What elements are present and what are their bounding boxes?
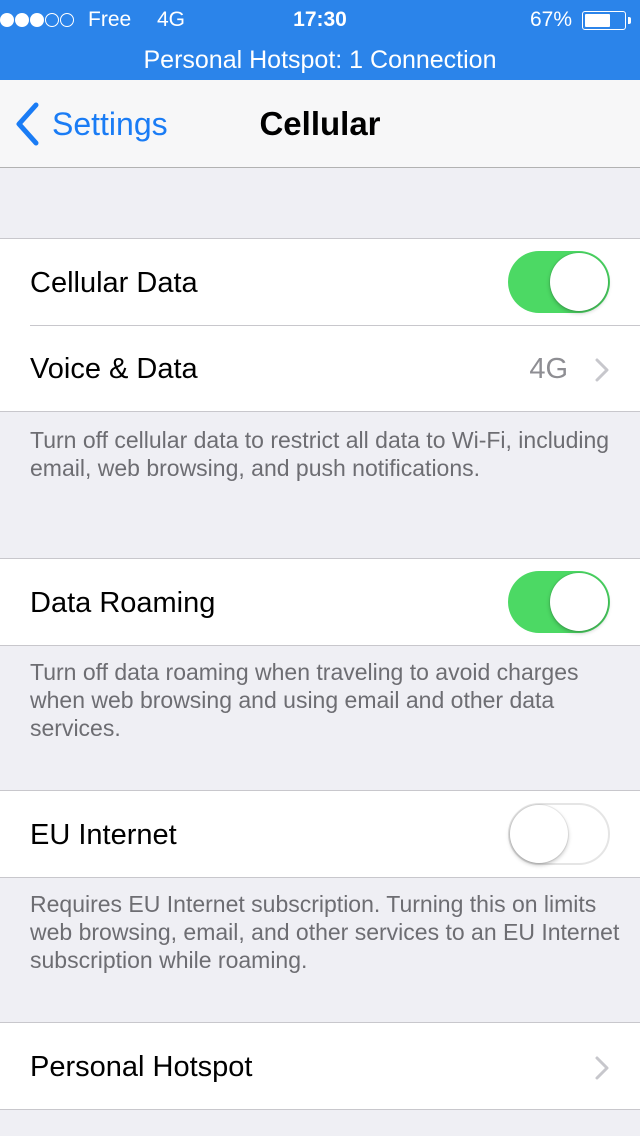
hotspot-banner[interactable]: Personal Hotspot: 1 Connection <box>0 40 640 80</box>
roaming-footer: Turn off data roaming when traveling to … <box>30 659 579 741</box>
status-bar: Free 4G 17:30 67% Personal Hotspot: 1 Co… <box>0 0 640 80</box>
eu-internet-footer: Requires EU Internet subscription. Turni… <box>30 891 620 973</box>
personal-hotspot-row[interactable]: Personal Hotspot <box>0 1023 640 1109</box>
data-roaming-toggle[interactable] <box>508 571 610 633</box>
battery-icon <box>582 11 631 30</box>
eu-internet-group: EU Internet <box>0 790 640 878</box>
toggle-knob <box>550 253 608 311</box>
cellular-footer: Turn off cellular data to restrict all d… <box>30 427 610 481</box>
status-bar-top: Free 4G 17:30 67% <box>0 0 640 40</box>
voice-data-label: Voice & Data <box>30 353 198 385</box>
hotspot-group: Personal Hotspot <box>0 1022 640 1110</box>
cellular-data-label: Cellular Data <box>30 267 198 299</box>
battery-percent: 67% <box>529 8 572 31</box>
voice-data-value: 4G <box>529 353 568 385</box>
chevron-right-icon <box>594 1055 610 1081</box>
eu-internet-label: EU Internet <box>30 819 177 851</box>
page-title: Cellular <box>259 105 381 142</box>
toggle-knob <box>510 805 568 863</box>
battery-fill <box>585 14 610 27</box>
personal-hotspot-label: Personal Hotspot <box>30 1051 253 1083</box>
chevron-right-icon <box>594 357 610 383</box>
data-roaming-row: Data Roaming <box>0 559 640 645</box>
cellular-data-toggle[interactable] <box>508 251 610 313</box>
toggle-knob <box>550 573 608 631</box>
data-roaming-label: Data Roaming <box>30 587 216 619</box>
cellular-group: Cellular Data Voice & Data 4G <box>0 238 640 412</box>
cellular-data-row: Cellular Data <box>0 239 640 325</box>
navigation-bar: Settings Cellular <box>0 80 640 168</box>
voice-data-row[interactable]: Voice & Data 4G <box>0 325 640 411</box>
eu-internet-toggle[interactable] <box>508 803 610 865</box>
battery-nub <box>628 17 631 24</box>
eu-internet-row: EU Internet <box>0 791 640 877</box>
roaming-group: Data Roaming <box>0 558 640 646</box>
